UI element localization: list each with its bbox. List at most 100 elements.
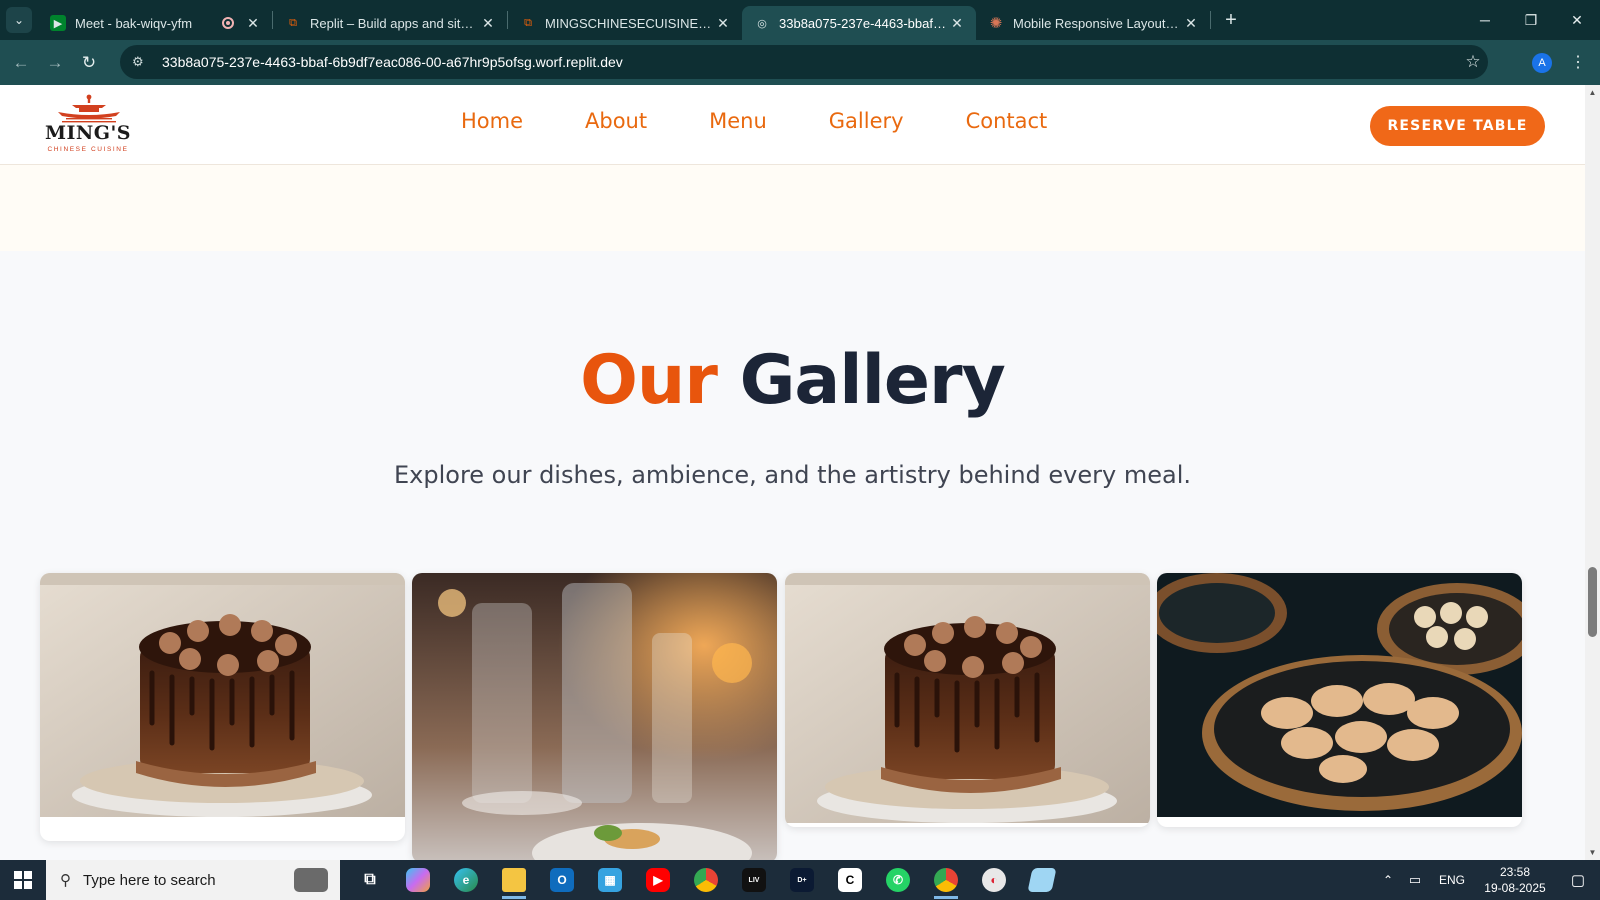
chrome-profile-icon[interactable]: [922, 860, 970, 900]
windows-taskbar: ⚲ Type here to search ⧉ e O ▦ ▶ LIV D+ C…: [0, 860, 1600, 900]
browser-toolbar: ← → ↻ ⚙ 33b8a075-237e-4463-bbaf-6b9df7ea…: [0, 40, 1600, 85]
capcut-icon[interactable]: C: [826, 860, 874, 900]
tab-title: Mobile Responsive Layout Design: [1013, 15, 1182, 31]
restaurant-table-image: [412, 573, 777, 860]
profile-avatar[interactable]: A: [1532, 53, 1552, 73]
copilot-icon[interactable]: [394, 860, 442, 900]
tab-title: Replit – Build apps and sites with AI: [310, 15, 479, 31]
scrollbar-thumb[interactable]: [1588, 567, 1597, 637]
store-icon[interactable]: ▦: [586, 860, 634, 900]
close-tab-icon[interactable]: ✕: [714, 15, 732, 32]
gallery-title-accent: Our: [580, 341, 718, 420]
forward-icon[interactable]: →: [38, 46, 72, 80]
chocolate-cake-image: [40, 573, 405, 817]
page-viewport: MING'S CHINESE CUISINE Home About Menu G…: [0, 85, 1585, 860]
window-controls: ─ ❐ ✕: [1462, 0, 1600, 40]
bookmark-star-icon[interactable]: ☆: [1458, 52, 1488, 72]
tab-separator: [1210, 11, 1211, 29]
nav-home[interactable]: Home: [430, 109, 554, 133]
windows-start-icon[interactable]: [0, 860, 46, 900]
nav-gallery[interactable]: Gallery: [798, 109, 935, 133]
tab-replit[interactable]: ⧉ Replit – Build apps and sites with AI …: [273, 6, 507, 40]
nav-contact[interactable]: Contact: [935, 109, 1079, 133]
notepad-icon[interactable]: [1018, 860, 1066, 900]
gallery-card[interactable]: [785, 573, 1150, 827]
pagoda-logo-icon: [58, 94, 120, 123]
search-icon: ⚲: [60, 872, 71, 889]
page-scrollbar[interactable]: ▲ ▼: [1585, 85, 1600, 860]
youtube-icon[interactable]: ▶: [634, 860, 682, 900]
edge-icon[interactable]: e: [442, 860, 490, 900]
gallery-title: Our Gallery: [0, 341, 1585, 420]
logo-subtitle: CHINESE CUISINE: [47, 146, 129, 153]
search-highlight-icon: [294, 868, 328, 892]
language-indicator[interactable]: ENG: [1430, 873, 1474, 887]
network-icon[interactable]: ▭: [1400, 872, 1430, 888]
gallery-subtitle: Explore our dishes, ambience, and the ar…: [393, 461, 1191, 489]
browser-tab-bar: ⌄ ▶ Meet - bak-wiqv-yfm ✕ ⧉ Replit – Bui…: [0, 0, 1600, 40]
claude-icon: ✺: [989, 15, 1003, 32]
globe-icon: ◎: [757, 17, 767, 30]
taskbar-search[interactable]: ⚲ Type here to search: [46, 860, 340, 900]
logo-brand-text: MING'S: [44, 122, 132, 144]
close-tab-icon[interactable]: ✕: [479, 15, 497, 32]
system-clock[interactable]: 23:58 19-08-2025: [1474, 864, 1556, 896]
taskbar-search-placeholder: Type here to search: [83, 871, 216, 889]
system-tray: ⌃ ▭ ENG 23:58 19-08-2025 ▢: [1376, 860, 1600, 900]
tab-title: MINGSCHINESECUISINE - Replit: [545, 15, 714, 31]
hotstar-icon[interactable]: D+: [778, 860, 826, 900]
dumplings-image: [1157, 573, 1522, 817]
clock-time: 23:58: [1499, 865, 1531, 879]
url-text[interactable]: 33b8a075-237e-4463-bbaf-6b9df7eac086-00-…: [162, 54, 1458, 70]
close-tab-icon[interactable]: ✕: [1182, 15, 1200, 32]
site-header: MING'S CHINESE CUISINE Home About Menu G…: [0, 85, 1585, 165]
reload-icon[interactable]: ↻: [72, 46, 106, 80]
whatsapp-icon[interactable]: ✆: [874, 860, 922, 900]
tab-title: 33b8a075-237e-4463-bbaf-6b9df7eac086: [779, 15, 948, 31]
google-meet-icon: ▶: [50, 15, 66, 31]
show-hidden-icons-icon[interactable]: ⌃: [1376, 873, 1400, 887]
close-window-icon[interactable]: ✕: [1554, 0, 1600, 40]
mings-logo[interactable]: MING'S CHINESE CUISINE: [40, 94, 140, 156]
new-tab-button[interactable]: +: [1217, 6, 1245, 34]
reserve-table-button[interactable]: RESERVE TABLE: [1370, 106, 1545, 146]
replit-icon: ⧉: [524, 16, 532, 29]
nav-menu[interactable]: Menu: [678, 109, 798, 133]
restore-icon[interactable]: ❐: [1508, 0, 1554, 40]
scroll-down-icon[interactable]: ▼: [1588, 848, 1597, 857]
outlook-icon[interactable]: O: [538, 860, 586, 900]
tab-strip: ▶ Meet - bak-wiqv-yfm ✕ ⧉ Replit – Build…: [38, 0, 1245, 40]
task-view-icon[interactable]: ⧉: [346, 860, 394, 900]
tab-meet[interactable]: ▶ Meet - bak-wiqv-yfm ✕: [38, 6, 272, 40]
site-settings-icon[interactable]: ⚙: [132, 54, 152, 70]
tab-mings-replit[interactable]: ⧉ MINGSCHINESECUISINE - Replit ✕: [508, 6, 742, 40]
chocolate-cake-image: [785, 573, 1150, 823]
scroll-up-icon[interactable]: ▲: [1588, 88, 1597, 97]
file-explorer-icon[interactable]: [490, 860, 538, 900]
tab-search-button[interactable]: ⌄: [6, 7, 32, 33]
tab-active-preview[interactable]: ◎ 33b8a075-237e-4463-bbaf-6b9df7eac086 ✕: [742, 6, 976, 40]
minimize-icon[interactable]: ─: [1462, 0, 1508, 40]
gallery-card[interactable]: [412, 573, 777, 860]
tab-claude[interactable]: ✺ Mobile Responsive Layout Design ✕: [976, 6, 1210, 40]
chrome-icon[interactable]: [682, 860, 730, 900]
address-bar[interactable]: ⚙ 33b8a075-237e-4463-bbaf-6b9df7eac086-0…: [120, 45, 1488, 79]
sonyliv-icon[interactable]: LIV: [730, 860, 778, 900]
replit-icon: ⧉: [289, 16, 297, 29]
gallery-card[interactable]: [1157, 573, 1522, 827]
previous-section-bottom: [0, 165, 1585, 251]
back-icon[interactable]: ←: [4, 46, 38, 80]
pinned-apps: ⧉ e O ▦ ▶ LIV D+ C ✆ ◐: [346, 860, 1066, 900]
gallery-title-main: Gallery: [739, 341, 1006, 420]
browser-menu-icon[interactable]: ⋮: [1570, 52, 1586, 72]
recording-icon: [222, 17, 234, 29]
main-nav: Home About Menu Gallery Contact: [430, 109, 1078, 133]
nav-about[interactable]: About: [554, 109, 678, 133]
paint-icon[interactable]: ◐: [970, 860, 1018, 900]
clock-date: 19-08-2025: [1484, 881, 1546, 895]
close-tab-icon[interactable]: ✕: [244, 15, 262, 32]
tab-title: Meet - bak-wiqv-yfm: [75, 15, 193, 31]
notifications-icon[interactable]: ▢: [1556, 871, 1600, 889]
close-tab-icon[interactable]: ✕: [948, 15, 966, 32]
gallery-card[interactable]: [40, 573, 405, 841]
